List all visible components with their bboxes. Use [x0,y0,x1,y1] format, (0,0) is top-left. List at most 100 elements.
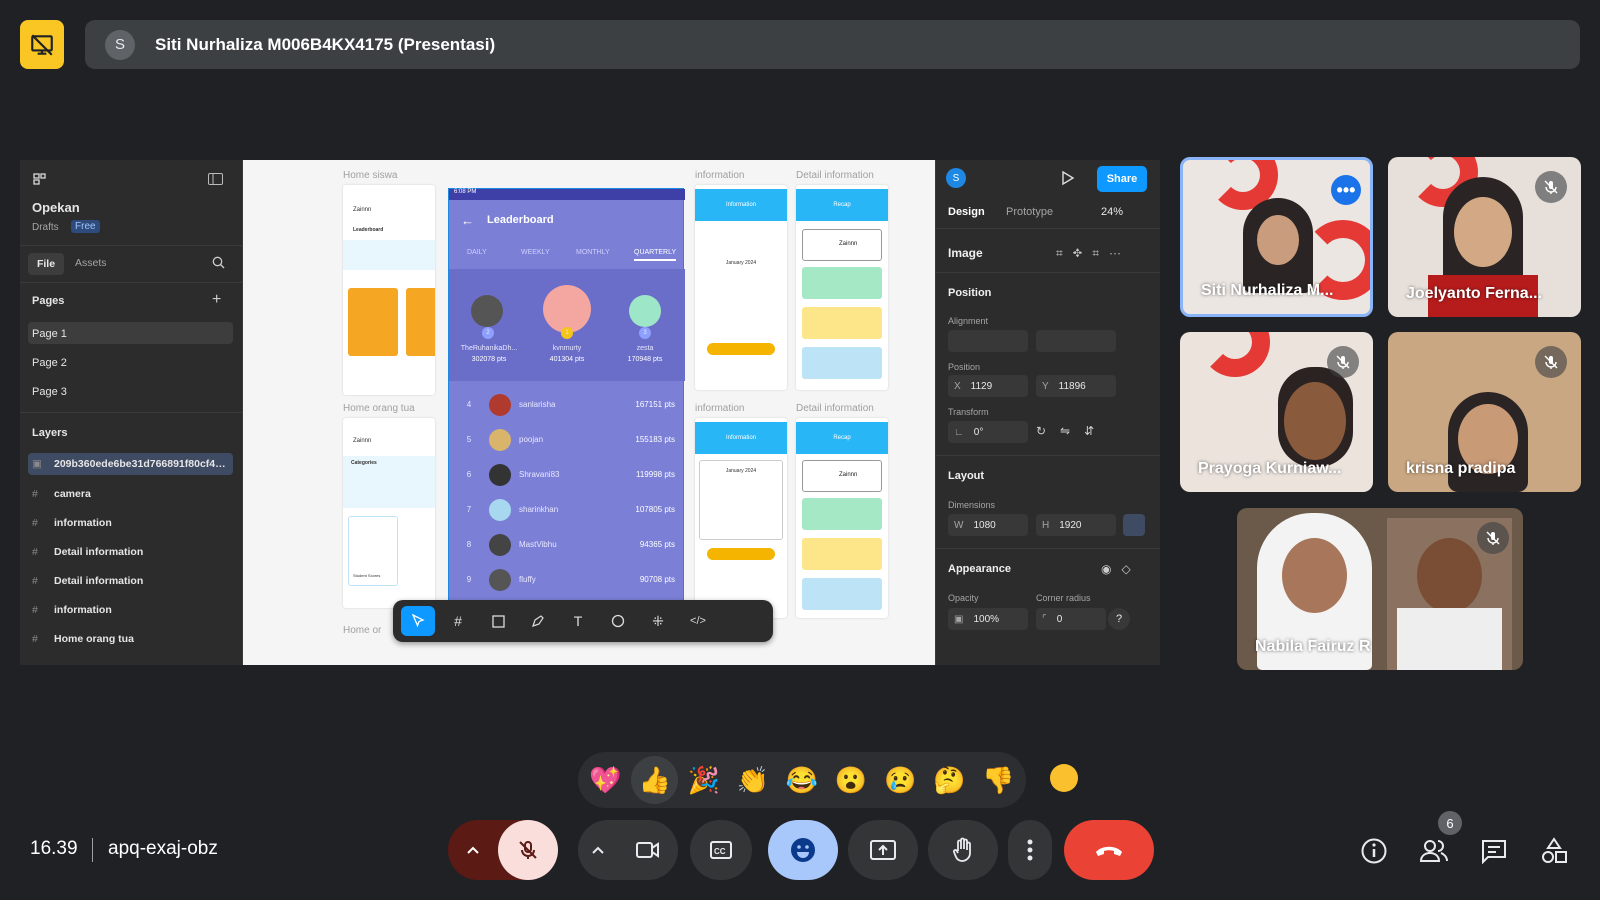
meeting-code[interactable]: apq-exaj-obz [108,838,218,860]
frame-icon: # [32,604,38,616]
participant-tile[interactable]: Joelyanto Ferna... [1388,157,1581,317]
camera-button[interactable] [618,820,678,880]
w-key: W [954,519,964,531]
frame-tool-icon[interactable]: # [441,606,475,636]
status-bar: 6:08 PM [449,189,685,200]
tab-design[interactable]: Design [948,206,985,218]
rectangle-tool-icon[interactable] [481,606,515,636]
participant-tile[interactable]: Prayoga Kurniaw... [1180,332,1373,492]
comment-tool-icon[interactable] [601,606,635,636]
flip-icons[interactable]: ↻⇋⇵ [1036,424,1108,438]
frame-detail-information[interactable]: Recap Zainnn [796,185,888,390]
layer-item-information-2[interactable]: # information [32,599,232,621]
activities-icon[interactable] [1538,835,1570,867]
more-options-icon[interactable]: ••• [1331,175,1361,205]
participant-name: Prayoga Kurniaw... [1198,460,1342,477]
sidebar-toggle-icon[interactable] [208,173,223,188]
frame-detail-information-2[interactable]: Recap Zainnn [796,418,888,618]
layer-item-information[interactable]: # information [32,512,232,534]
present-play-icon[interactable] [1061,170,1075,189]
opacity-field[interactable]: ▣ 100% [948,608,1028,630]
figma-canvas[interactable]: Home siswa information Detail informatio… [243,160,935,665]
participant-tile[interactable]: krisna pradipa [1388,332,1581,492]
zoom-level[interactable]: 24% [1101,206,1123,218]
more-options-button[interactable] [1008,820,1052,880]
constrain-proportions-icon[interactable] [1123,514,1145,536]
figma-menu-icon[interactable] [32,172,48,189]
pen-tool-icon[interactable] [521,606,555,636]
reaction-thumbs-up[interactable]: 👍 [631,756,679,804]
corner-radius-field[interactable]: ⌜ 0 [1036,608,1106,630]
page-item-2[interactable]: Page 2 [32,357,67,369]
layer-item-camera[interactable]: # camera [32,483,232,505]
presentation-off-icon[interactable] [20,20,64,69]
search-icon[interactable] [212,256,225,272]
image-actions-icon[interactable]: ⌗✥⌗⋯ [1056,246,1131,261]
layer-item-detail-information[interactable]: # Detail information [32,541,232,563]
reaction-laugh[interactable]: 😂 [778,756,825,804]
reaction-party[interactable]: 🎉 [680,756,727,804]
height-field[interactable]: H 1920 [1036,514,1116,536]
participant-tile[interactable]: ••• Siti Nurhaliza M... [1180,157,1373,317]
layer-item-home-orang-tua[interactable]: # Home orang tua [32,628,232,650]
tab-file[interactable]: File [28,253,64,275]
rotation-field[interactable]: ∟ 0° [948,421,1028,443]
y-key: Y [1042,380,1049,392]
video-options-chevron-icon[interactable] [578,820,618,880]
share-button[interactable]: Share [1097,166,1147,192]
width-field[interactable]: W 1080 [948,514,1028,536]
page-item-3[interactable]: Page 3 [32,386,67,398]
visibility-icon[interactable]: ◉◇ [1101,562,1141,576]
tab-assets[interactable]: Assets [75,257,107,269]
x-field[interactable]: X 1129 [948,375,1028,397]
dev-mode-icon[interactable]: </> [681,606,715,636]
frame-icon: # [32,488,38,500]
frame-label-information-2: information [695,403,745,414]
frame-leaderboard[interactable]: 6:08 PM ← Leaderboard DAILY WEEKLY MONTH… [448,188,685,603]
raise-hand-button[interactable] [928,820,998,880]
frame-information[interactable]: Information January 2024 [695,185,787,390]
add-page-icon[interactable]: + [212,291,221,309]
help-button[interactable]: ? [1108,608,1130,630]
reactions-button[interactable] [768,820,838,880]
align-vertical-icon[interactable] [1036,330,1116,352]
reaction-heart[interactable]: 💖 [582,756,629,804]
present-screen-button[interactable] [848,820,918,880]
captions-button[interactable]: CC [690,820,752,880]
mic-toggle-button[interactable] [498,820,558,880]
list-item: 6 Shravani83 119998 pts [449,457,685,492]
skin-tone-picker[interactable] [1050,764,1078,792]
participant-tile[interactable]: Nabila Fairuz R [1237,508,1523,670]
frame-label-information: information [695,170,745,181]
align-horizontal-icon[interactable] [948,330,1028,352]
chat-icon[interactable] [1478,835,1510,867]
reaction-surprised[interactable]: 😮 [828,756,875,804]
list-item: 9 fluffy 90708 pts [449,562,685,597]
reaction-thinking[interactable]: 🤔 [926,756,973,804]
reaction-thumbs-down[interactable]: 👎 [975,756,1022,804]
text-tool-icon[interactable]: T [561,606,595,636]
components-tool-icon[interactable]: ⁜ [641,606,675,636]
reaction-clap[interactable]: 👏 [729,756,776,804]
audio-options-chevron-icon[interactable] [448,820,498,880]
y-field[interactable]: Y 11896 [1036,375,1116,397]
frame-home-orang-tua[interactable]: Zainnn Categories Student Scores [343,418,435,608]
divider [92,838,93,862]
file-name[interactable]: Opekan [32,200,80,215]
mic-off-icon [519,841,537,859]
frame-information-2[interactable]: Information January 2024 [695,418,787,618]
user-avatar[interactable]: S [946,168,966,188]
lb-rank: 9 [466,575,472,584]
leave-call-button[interactable] [1064,820,1154,880]
frame-home-siswa[interactable]: Zainnn Leaderboard [343,185,435,395]
layer-item-detail-information-2[interactable]: # Detail information [32,570,232,592]
people-icon[interactable] [1418,835,1450,867]
meeting-info-icon[interactable] [1358,835,1390,867]
reaction-crying[interactable]: 😢 [877,756,924,804]
lb-tab-quarterly: QUARTERLY [634,249,677,261]
calendar-month-2: January 2024 [725,468,757,474]
page-item-1[interactable]: Page 1 [32,328,67,340]
move-tool-icon[interactable] [401,606,435,636]
layer-item-image[interactable]: ▣ 209b360ede6be31d766891f80cf4… [28,453,233,475]
tab-prototype[interactable]: Prototype [1006,206,1053,218]
